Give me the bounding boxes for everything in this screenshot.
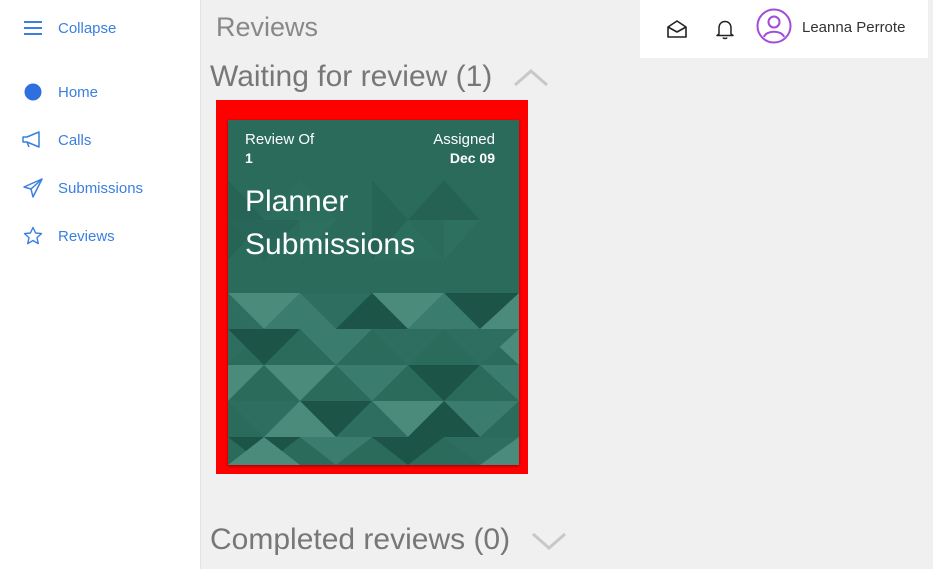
avatar[interactable] (756, 8, 792, 44)
page-title: Reviews (216, 12, 319, 42)
collapse-label: Collapse (58, 19, 117, 37)
sidebar-item-submissions[interactable]: Submissions (22, 176, 143, 200)
sidebar-item-label: Submissions (58, 179, 144, 197)
sidebar-item-reviews[interactable]: Reviews (22, 224, 115, 248)
card-title-line1: Planner (245, 185, 349, 218)
review-of-label: Review Of (245, 131, 315, 148)
assigned-date: Dec 09 (449, 150, 495, 166)
sidebar-item-label: Calls (58, 131, 92, 149)
review-card[interactable]: Review Of 1 Assigned Dec 09 Planner Subm… (228, 120, 519, 465)
waiting-section-header: Waiting for review (1) (210, 60, 550, 94)
paper-plane-icon (22, 177, 44, 199)
home-dot-icon (22, 81, 44, 103)
megaphone-icon (22, 129, 44, 151)
top-bar: Leanna Perrote (640, 0, 928, 58)
sidebar-item-label: Home (58, 83, 99, 101)
collapse-button[interactable]: Collapse (22, 16, 116, 40)
review-of-value: 1 (245, 150, 253, 166)
envelope-open-icon[interactable] (666, 18, 688, 40)
chevron-down-icon[interactable] (530, 528, 568, 552)
sidebar: Collapse Home Calls Submissions Reviews (0, 0, 201, 569)
chevron-up-icon[interactable] (512, 65, 550, 89)
completed-section-header: Completed reviews (0) (210, 523, 568, 557)
sidebar-item-label: Reviews (58, 227, 115, 245)
card-pattern (228, 120, 519, 465)
bell-icon[interactable] (714, 18, 736, 40)
sidebar-item-calls[interactable]: Calls (22, 128, 91, 152)
assigned-label: Assigned (433, 131, 495, 148)
card-title-line2: Submissions (245, 228, 416, 261)
star-icon (22, 225, 44, 247)
user-name[interactable]: Leanna Perrote (802, 19, 905, 36)
sidebar-item-home[interactable]: Home (22, 80, 98, 104)
hamburger-menu-icon (22, 17, 44, 39)
waiting-section-title: Waiting for review (1) (210, 60, 493, 93)
completed-section-title: Completed reviews (0) (210, 523, 511, 556)
